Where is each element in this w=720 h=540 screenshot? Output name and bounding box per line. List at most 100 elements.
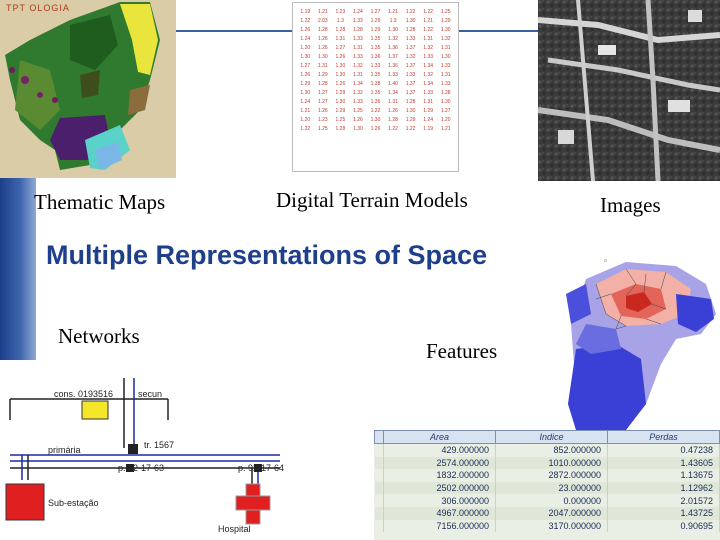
dtm-value-cell: 1.36 (388, 45, 398, 51)
dtm-value-cell: 1.32 (405, 54, 416, 60)
dtm-value-cell: 1.29 (317, 72, 328, 78)
dtm-value-cell: 1.22 (370, 108, 381, 114)
dtm-value-cell: 1.24 (423, 117, 434, 123)
slide-title: Multiple Representations of Space (46, 240, 488, 270)
column-header-perdas[interactable]: Perdas (607, 430, 720, 444)
dtm-value-cell: 1.33 (440, 63, 451, 69)
dtm-value-cell: 1.23 (317, 117, 328, 123)
dtm-value-cell: 1.31 (317, 63, 328, 69)
dtm-value-cell: 1.35 (370, 72, 381, 78)
column-header-indice[interactable]: Indice (495, 430, 608, 444)
dtm-value-cell: 1.29 (300, 81, 311, 87)
dtm-value-cell: 1.28 (388, 117, 398, 123)
caption-images: Images (600, 193, 661, 217)
table-cell: 4967.000000 (383, 506, 496, 520)
dtm-value-cell: 1.30 (335, 99, 346, 105)
dtm-value-cell: 1.22 (405, 9, 416, 15)
dtm-value-cell: 1.28 (440, 90, 451, 96)
table-row[interactable]: 2502.000000 23.000000 1.12962 (374, 481, 720, 495)
table-row[interactable]: 7156.000000 3170.000000 0.90695 (374, 519, 720, 533)
dtm-value-cell: 1.31 (423, 99, 434, 105)
dtm-value-cell: 1.33 (353, 18, 363, 24)
table-row[interactable]: 4967.000000 2047.000000 1.43725 (374, 506, 720, 520)
label-pole-1: p. 92-17-63 (118, 463, 164, 473)
table-cell: 2574.000000 (383, 456, 496, 470)
dtm-value-cell: 1.30 (405, 108, 416, 114)
dtm-value-cell: 1.32 (423, 72, 434, 78)
dtm-value-cell: 1.20 (440, 117, 451, 123)
label-primary: primária (48, 445, 81, 455)
dtm-value-cell: 1.32 (388, 36, 398, 42)
dtm-value-cell: 1.33 (405, 36, 416, 42)
network-diagram-drawing: cons. 0193516 secun primária tr. 1567 p.… (0, 360, 300, 540)
row-handle[interactable] (374, 519, 384, 533)
caption-digital-terrain-models: Digital Terrain Models (276, 188, 468, 212)
dtm-value-cell: 1.27 (317, 90, 328, 96)
dtm-value-cell: 1.27 (370, 9, 381, 15)
dtm-value-cell: 1.36 (370, 99, 381, 105)
row-handle[interactable] (374, 506, 384, 520)
dtm-value-cell: 1.34 (388, 90, 398, 96)
features-table: Area Indice Perdas 429.000000 852.000000 0… (374, 430, 720, 533)
column-header-area[interactable]: Area (383, 430, 496, 444)
dtm-value-cell: 1.26 (335, 54, 346, 60)
table-row[interactable]: 1832.000000 2872.000000 1.13675 (374, 469, 720, 482)
table-cell: 1.43725 (607, 506, 720, 520)
dtm-value-cell: 1.28 (335, 126, 346, 132)
caption-features: Features (426, 339, 498, 363)
dtm-value-cell: 1.31 (440, 45, 451, 51)
row-handle[interactable] (374, 469, 384, 482)
dtm-value-cell: 1.36 (370, 54, 381, 60)
table-cell: 2.01572 (607, 494, 720, 507)
dtm-value-cell: 1.37 (405, 45, 416, 51)
dtm-value-cell: 1.30 (440, 27, 451, 33)
dtm-value-cell: 1.26 (353, 117, 363, 123)
dtm-value-cell: 1.3 (389, 18, 397, 24)
dtm-value-cell: 1.30 (335, 63, 346, 69)
dtm-value-cell: 1.33 (405, 72, 416, 78)
dtm-value-cell: 1.20 (300, 117, 311, 123)
features-table-panel: Area Indice Perdas 429.000000 852.000000 0… (374, 430, 720, 540)
dtm-value-cell: 1.28 (335, 27, 346, 33)
dtm-value-cell: 1.28 (405, 27, 416, 33)
table-cell: 2872.000000 (495, 469, 608, 482)
row-handle[interactable] (374, 456, 384, 470)
row-handle[interactable] (374, 481, 384, 495)
dtm-value-cell: 1.26 (317, 108, 328, 114)
table-row[interactable]: 306.000000 0.000000 2.01572 (374, 494, 720, 507)
dtm-value-cell: 1.26 (317, 45, 328, 51)
dtm-value-cell: 1.37 (388, 54, 398, 60)
dtm-value-cell: 1.33 (440, 81, 451, 87)
dtm-value-cell: 1.33 (353, 99, 363, 105)
row-handle[interactable] (374, 494, 384, 507)
dtm-grid-panel: 1.19 1.21 1.23 1.24 1.27 1.21 1.22 1.22 1.25 1.22… (292, 2, 459, 172)
dtm-value-cell: 1.32 (353, 63, 363, 69)
table-cell: 7156.000000 (383, 519, 496, 533)
dtm-value-cell: 1.28 (405, 99, 416, 105)
dtm-value-cell: 1.36 (388, 63, 398, 69)
thematic-map-image: TPT OLOGIA (0, 0, 176, 178)
dtm-value-cell: 1.26 (300, 72, 311, 78)
small-square-mark: ▫ (604, 256, 607, 265)
dtm-value-cell: 1.31 (388, 99, 398, 105)
table-row[interactable]: 429.000000 852.000000 0.47238 (374, 443, 720, 457)
dtm-value-cell: 1.35 (370, 45, 381, 51)
dtm-value-cell: 1.33 (423, 54, 434, 60)
choropleth-map-image (566, 254, 720, 430)
dtm-value-cell: 1.19 (423, 126, 434, 132)
dtm-value-cell: 1.38 (370, 81, 381, 87)
dtm-value-cell: 1.33 (353, 36, 363, 42)
caption-networks: Networks (58, 324, 140, 348)
dtm-value-cell: 1.29 (370, 27, 381, 33)
table-row[interactable]: 2574.000000 1010.000000 1.43605 (374, 456, 720, 470)
table-cell: 0.47238 (607, 443, 720, 457)
dtm-value-cell: 1.35 (370, 90, 381, 96)
table-cell: 306.000000 (383, 494, 496, 507)
dtm-value-cell: 1.27 (300, 63, 311, 69)
table-cell: 0.000000 (495, 494, 608, 507)
dtm-value-cell: 1.32 (353, 90, 363, 96)
dtm-value-cell: 1.27 (317, 99, 328, 105)
row-handle[interactable] (374, 443, 384, 457)
dtm-value-cell: 1.32 (423, 45, 434, 51)
dtm-value-cell: 1.22 (405, 126, 416, 132)
